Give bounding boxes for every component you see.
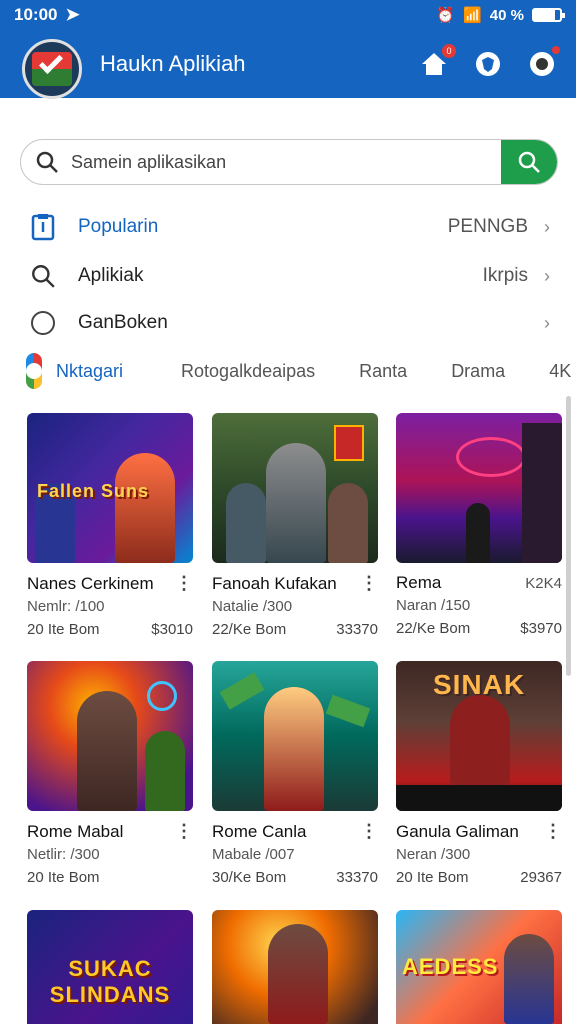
battery-percent: 40 %	[489, 6, 524, 24]
app-card[interactable]: SUKAC SLINDANS	[27, 910, 193, 1024]
home-icon[interactable]: 0	[418, 44, 456, 80]
app-thumbnail[interactable]	[212, 661, 378, 811]
app-title: Rema	[396, 573, 442, 592]
menu-row-popular[interactable]: Popularin PENNGB ›	[30, 207, 550, 247]
app-title: Ganula Galiman	[396, 821, 519, 841]
app-meta: 30/Ke Bom	[212, 869, 287, 886]
app-price: 33370	[336, 869, 378, 886]
app-title: Rome Canla	[212, 821, 307, 841]
app-subtitle: Neran /300	[396, 846, 471, 863]
app-card[interactable]: Rema K2K4 Naran /150 22/Ke Bom $3970	[396, 413, 562, 637]
menu-label: Aplikiak	[78, 265, 144, 286]
app-title: Haukn Aplikiah	[100, 51, 246, 76]
tab-ranta[interactable]: Ranta	[359, 361, 407, 382]
menu-right: PENNGB	[447, 216, 528, 237]
circle-icon	[30, 310, 64, 336]
clock: 10:00	[14, 5, 58, 24]
battery-icon	[532, 8, 565, 22]
scrollbar[interactable]	[566, 396, 571, 676]
chevron-right-icon: ›	[544, 265, 550, 286]
app-title: Nanes Cerkinem	[27, 573, 154, 593]
menu-row-games[interactable]: GanBoken ›	[30, 303, 550, 343]
status-bar: 10:00 ➤ ⏰ 📶 40 %	[0, 0, 576, 30]
search-button[interactable]	[501, 140, 557, 184]
app-thumbnail[interactable]: Fallen Suns	[27, 413, 193, 563]
document-icon	[30, 213, 64, 241]
app-card[interactable]: AEDESS	[396, 910, 562, 1024]
tab-drama[interactable]: Drama	[451, 361, 505, 382]
tab-recommended[interactable]: Rotogalkdeaipas	[181, 361, 315, 382]
app-thumbnail[interactable]	[212, 413, 378, 563]
app-subtitle: Netlir: /300	[27, 846, 100, 863]
profile-icon[interactable]	[526, 46, 560, 80]
app-meta: 20 Ite Bom	[27, 869, 100, 886]
app-price: $3970	[520, 620, 562, 637]
app-thumbnail[interactable]: SUKAC SLINDANS	[27, 910, 193, 1024]
app-title: Rome Mabal	[27, 821, 124, 841]
tab-4k[interactable]: 4K	[549, 361, 571, 382]
notification-badge: 0	[442, 44, 456, 58]
search-icon	[30, 263, 64, 289]
chevron-right-icon: ›	[544, 312, 550, 333]
app-card[interactable]: Fanoah Kufakan ⋮ Natalie /300 22/Ke Bom 33…	[212, 413, 378, 638]
wifi-icon: 📶	[463, 7, 482, 24]
app-price: $3010	[151, 621, 193, 638]
shield-icon[interactable]	[472, 48, 504, 80]
more-options-icon[interactable]: ⋮	[360, 573, 378, 594]
app-price: 33370	[336, 621, 378, 638]
app-meta: 22/Ke Bom	[396, 620, 471, 637]
app-thumbnail[interactable]	[396, 413, 562, 563]
app-card[interactable]: Rome Canla ⋮ Mabale /007 30/Ke Bom 33370	[212, 661, 378, 886]
profile-dot	[552, 46, 560, 54]
app-meta: 20 Ite Bom	[396, 869, 469, 886]
app-subtitle: Mabale /007	[212, 846, 295, 863]
app-card[interactable]: Fallen Suns Nanes Cerkinem ⋮ Nemlr: /100 …	[27, 413, 193, 638]
app-card[interactable]: SINAK Ganula Galiman ⋮ Neran /300 20 Ite …	[396, 661, 562, 886]
nav-arrow-icon: ➤	[65, 5, 80, 24]
app-subtitle: Nemlr: /100	[27, 598, 105, 615]
app-tag: K2K4	[525, 574, 562, 592]
app-thumbnail[interactable]: AEDESS	[396, 910, 562, 1024]
app-subtitle: Natalie /300	[212, 598, 293, 615]
chevron-right-icon: ›	[544, 216, 550, 237]
more-options-icon[interactable]: ⋮	[175, 821, 193, 842]
app-thumbnail[interactable]	[27, 661, 193, 811]
thumbnail-title: SUKAC SLINDANS	[49, 956, 171, 1007]
app-thumbnail[interactable]	[212, 910, 378, 1024]
app-price: 29367	[520, 869, 562, 886]
menu-right: Ikrpis	[482, 265, 528, 286]
menu-row-apps[interactable]: Aplikiak Ikrpis ›	[30, 256, 550, 296]
more-options-icon[interactable]: ⋮	[360, 821, 378, 842]
search-input[interactable]	[63, 151, 501, 173]
alarm-icon: ⏰	[436, 7, 456, 24]
app-logo[interactable]	[22, 39, 82, 99]
menu-label: GanBoken	[78, 312, 168, 333]
app-meta: 20 Ite Bom	[27, 621, 100, 638]
menu-label: Popularin	[78, 216, 159, 237]
app-card[interactable]: Rome Mabal ⋮ Netlir: /300 20 Ite Bom	[27, 661, 193, 886]
app-subtitle: Naran /150	[396, 597, 471, 614]
thumbnail-title: Fallen Suns	[37, 480, 150, 501]
app-bar: Haukn Aplikiah 0	[0, 30, 576, 99]
search-icon	[35, 150, 63, 174]
more-options-icon[interactable]: ⋮	[175, 573, 193, 594]
tab-category[interactable]: Nktagari	[56, 361, 123, 382]
search-bar	[20, 139, 558, 185]
app-title: Fanoah Kufakan	[212, 573, 337, 593]
more-options-icon[interactable]: ⋮	[544, 821, 562, 842]
category-icon	[26, 353, 42, 389]
app-card[interactable]	[212, 910, 378, 1024]
category-tabs: Nktagari Rotogalkdeaipas Ranta Drama 4K	[26, 352, 576, 390]
app-thumbnail[interactable]: SINAK	[396, 661, 562, 811]
app-meta: 22/Ke Bom	[212, 621, 287, 638]
